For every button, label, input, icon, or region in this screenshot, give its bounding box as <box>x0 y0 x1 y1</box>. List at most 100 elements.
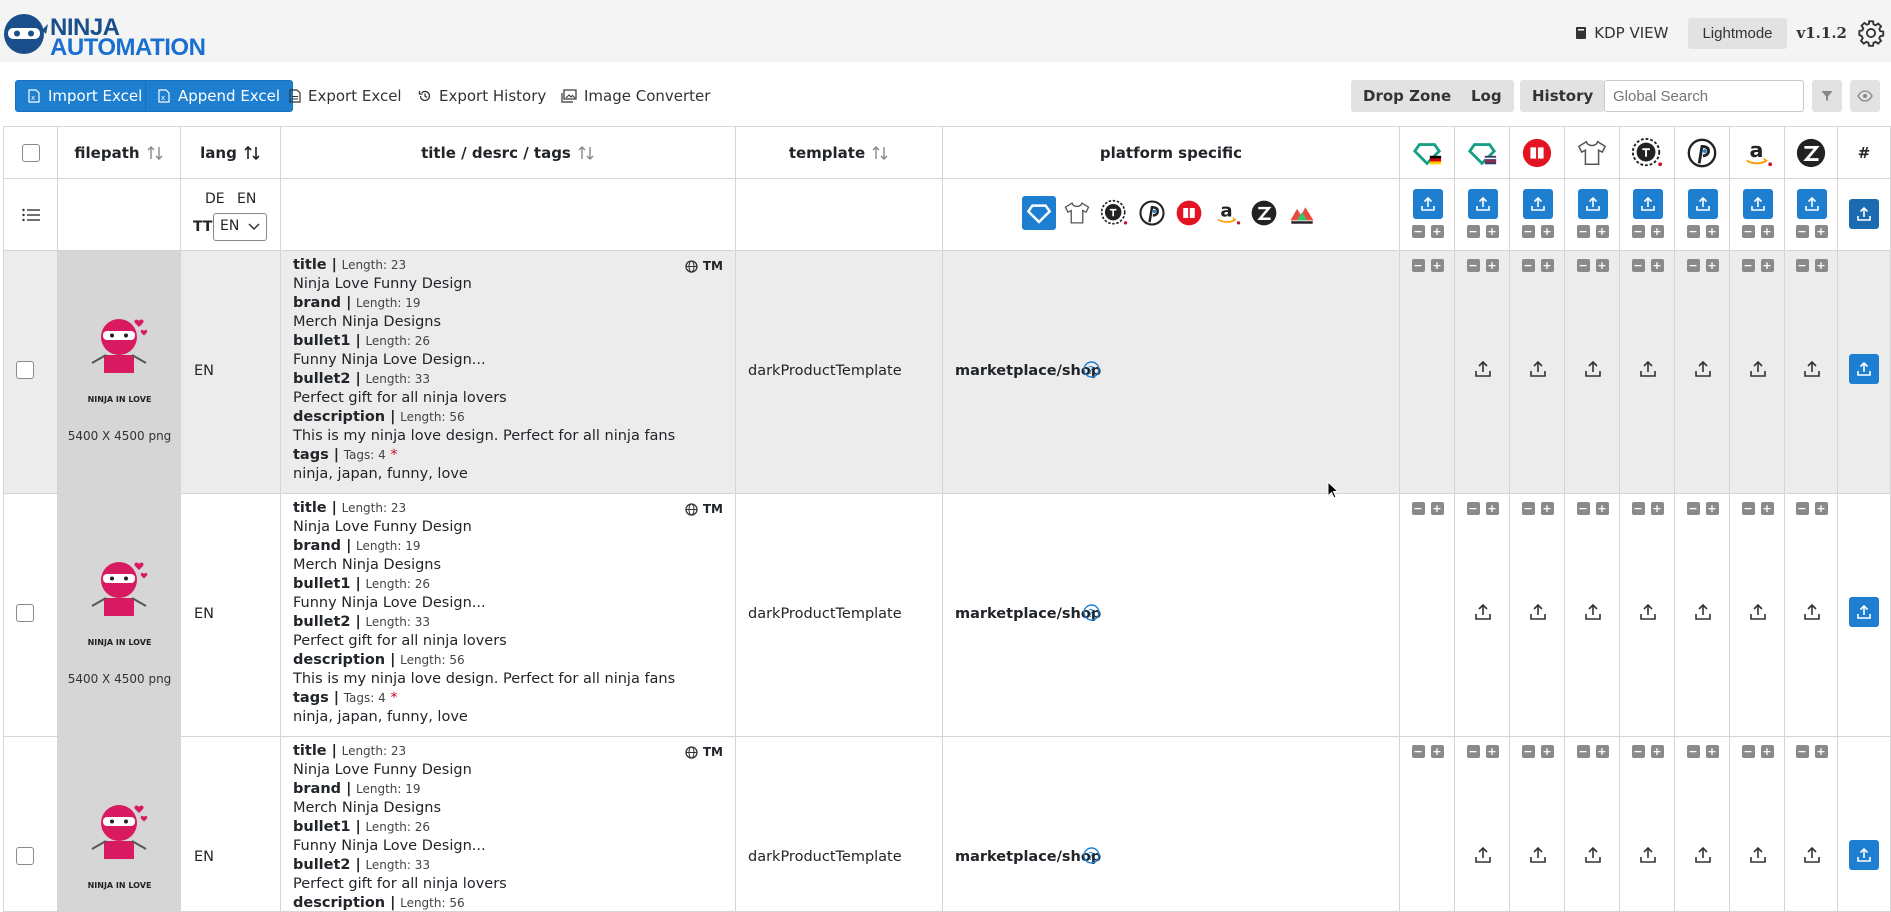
expand-icon[interactable]: + <box>1650 502 1664 515</box>
upload-column-button[interactable] <box>1632 189 1663 219</box>
global-search-input[interactable] <box>1604 80 1804 112</box>
expand-icon[interactable]: + <box>1595 745 1609 758</box>
field-value[interactable]: Funny Ninja Love Design... <box>293 351 723 370</box>
upload-button[interactable] <box>1688 840 1718 870</box>
collapse-icon[interactable]: − <box>1411 225 1425 238</box>
upload-column-button[interactable] <box>1687 189 1718 219</box>
field-value[interactable]: Merch Ninja Designs <box>293 799 723 818</box>
row-checkbox[interactable] <box>16 847 34 865</box>
collapse-icon[interactable]: − <box>1795 745 1809 758</box>
row-upload-all-button[interactable] <box>1849 354 1879 384</box>
template-name[interactable]: darkProductTemplate <box>748 363 902 379</box>
collapse-icon[interactable]: − <box>1521 259 1535 272</box>
col-redbubble[interactable] <box>1510 127 1565 179</box>
row-image-cell[interactable]: NINJA IN LOVE <box>58 737 181 912</box>
expand-icon[interactable]: + <box>1595 225 1609 238</box>
upload-button[interactable] <box>1578 840 1608 870</box>
col-filepath[interactable]: filepath <box>58 127 181 179</box>
expand-icon[interactable]: + <box>1650 745 1664 758</box>
filter-pinterest-p-icon[interactable] <box>1135 196 1169 230</box>
expand-icon[interactable]: + <box>1705 502 1719 515</box>
upload-column-button[interactable] <box>1742 189 1773 219</box>
upload-button[interactable] <box>1797 597 1827 627</box>
field-value[interactable]: Ninja Love Funny Design <box>293 275 723 294</box>
row-checkbox[interactable] <box>16 361 34 379</box>
upload-button[interactable] <box>1578 597 1608 627</box>
collapse-icon[interactable]: − <box>1466 259 1480 272</box>
upload-button[interactable] <box>1633 840 1663 870</box>
expand-icon[interactable]: + <box>1485 225 1499 238</box>
col-teepublic[interactable] <box>1620 127 1675 179</box>
collapse-icon[interactable]: − <box>1741 502 1755 515</box>
filter-amazon-icon[interactable]: a <box>1210 196 1244 230</box>
collapse-icon[interactable]: − <box>1741 259 1755 272</box>
collapse-icon[interactable]: − <box>1741 745 1755 758</box>
filter-redbubble-icon[interactable] <box>1172 196 1206 230</box>
expand-icon[interactable]: + <box>1650 225 1664 238</box>
kdp-view-button[interactable]: KDP VIEW <box>1575 24 1668 42</box>
history-button[interactable]: History <box>1520 80 1606 112</box>
row-checkbox[interactable] <box>16 604 34 622</box>
collapse-icon[interactable]: − <box>1411 259 1425 272</box>
lang-de-option[interactable]: DE <box>205 191 225 207</box>
filter-shirt-icon[interactable] <box>1060 196 1094 230</box>
upload-button[interactable] <box>1797 354 1827 384</box>
col-amazon[interactable]: a <box>1730 127 1785 179</box>
expand-icon[interactable]: + <box>1485 502 1499 515</box>
col-spreadshirt-us[interactable] <box>1455 127 1510 179</box>
row-image-cell[interactable]: NINJA IN LOVE 5400 X 4500 png <box>58 251 181 494</box>
globe-icon[interactable] <box>685 259 698 273</box>
upload-button[interactable] <box>1743 354 1773 384</box>
template-name[interactable]: darkProductTemplate <box>748 606 902 622</box>
expand-icon[interactable]: + <box>1760 502 1774 515</box>
lightmode-button[interactable]: Lightmode <box>1688 17 1787 49</box>
collapse-icon[interactable]: − <box>1576 502 1590 515</box>
log-button[interactable]: Log <box>1459 80 1514 112</box>
field-value[interactable]: ninja, japan, funny, love <box>293 708 723 727</box>
collapse-icon[interactable]: − <box>1411 745 1425 758</box>
expand-icon[interactable]: + <box>1760 225 1774 238</box>
row-upload-all-button[interactable] <box>1849 840 1879 870</box>
expand-icon[interactable]: + <box>1705 259 1719 272</box>
append-excel-button[interactable]: x Append Excel <box>145 80 294 112</box>
collapse-icon[interactable]: − <box>1631 502 1645 515</box>
upload-column-button[interactable] <box>1796 189 1827 219</box>
col-spreadshirt-de[interactable] <box>1400 127 1455 179</box>
filter-zazzle-icon[interactable] <box>1247 196 1281 230</box>
collapse-icon[interactable]: − <box>1795 502 1809 515</box>
filter-button[interactable] <box>1812 80 1842 112</box>
col-zazzle[interactable] <box>1785 127 1838 179</box>
upload-button[interactable] <box>1523 354 1553 384</box>
expand-icon[interactable]: + <box>1540 745 1554 758</box>
collapse-icon[interactable]: − <box>1686 259 1700 272</box>
expand-icon[interactable]: + <box>1540 225 1554 238</box>
filter-spreadshirt-icon[interactable] <box>1022 196 1056 230</box>
collapse-icon[interactable]: − <box>1686 745 1700 758</box>
trademark-check[interactable]: TM <box>703 259 723 273</box>
expand-icon[interactable]: + <box>1650 259 1664 272</box>
expand-icon[interactable]: + <box>1814 225 1828 238</box>
field-value[interactable]: ninja, japan, funny, love <box>293 465 723 484</box>
upload-button[interactable] <box>1633 597 1663 627</box>
collapse-icon[interactable]: − <box>1686 225 1700 238</box>
upload-button[interactable] <box>1468 840 1498 870</box>
collapse-icon[interactable]: − <box>1631 225 1645 238</box>
upload-button[interactable] <box>1633 354 1663 384</box>
expand-icon[interactable]: + <box>1595 259 1609 272</box>
gear-icon[interactable] <box>1857 19 1885 47</box>
expand-icon[interactable]: + <box>1430 745 1444 758</box>
template-name[interactable]: darkProductTemplate <box>748 849 902 865</box>
globe-icon[interactable] <box>685 745 698 759</box>
row-upload-all-button[interactable] <box>1849 597 1879 627</box>
help-icon[interactable]: ? <box>1083 604 1100 621</box>
field-value[interactable]: Perfect gift for all ninja lovers <box>293 875 723 894</box>
lang-en-option[interactable]: EN <box>237 191 256 207</box>
collapse-icon[interactable]: − <box>1466 502 1480 515</box>
expand-icon[interactable]: + <box>1485 745 1499 758</box>
export-history-button[interactable]: Export History <box>418 80 546 112</box>
expand-icon[interactable]: + <box>1705 745 1719 758</box>
field-value[interactable]: Perfect gift for all ninja lovers <box>293 389 723 408</box>
field-value[interactable]: Funny Ninja Love Design... <box>293 594 723 613</box>
col-title[interactable]: title / desrc / tags <box>281 127 736 179</box>
collapse-icon[interactable]: − <box>1795 259 1809 272</box>
